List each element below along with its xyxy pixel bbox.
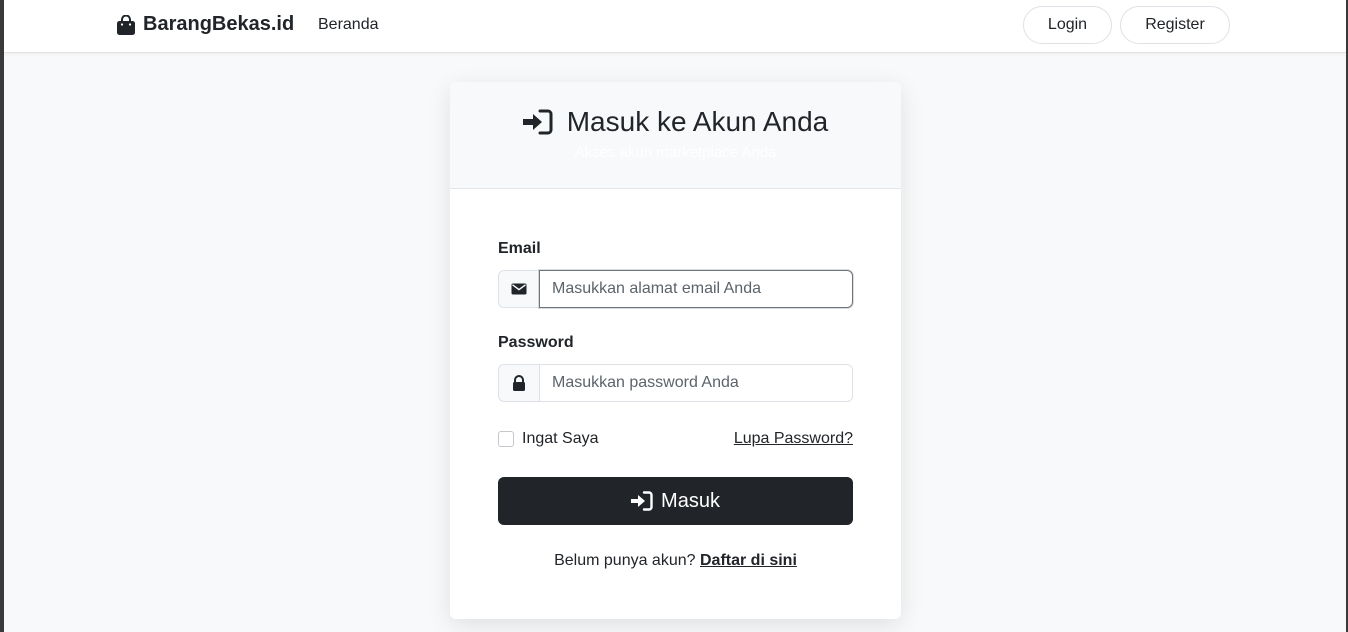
- card-title-text: Masuk ke Akun Anda: [566, 106, 829, 137]
- forgot-password-link[interactable]: Lupa Password?: [734, 430, 853, 448]
- nav-link-beranda[interactable]: Beranda: [318, 16, 379, 34]
- sign-in-icon: [522, 109, 553, 135]
- signup-prompt: Belum punya akun?: [554, 552, 696, 569]
- login-card: Masuk ke Akun Anda Akses akun marketplac…: [450, 82, 901, 619]
- submit-button[interactable]: Masuk: [498, 477, 853, 525]
- submit-label: Masuk: [661, 489, 720, 512]
- lock-icon: [513, 375, 525, 391]
- shopping-bag-icon: [117, 14, 135, 35]
- email-input-group: [498, 270, 853, 308]
- login-button[interactable]: Login: [1023, 6, 1112, 44]
- remember-me-checkbox[interactable]: [498, 431, 514, 447]
- brand-name: BarangBekas.id: [143, 13, 295, 35]
- window-edge-left: [0, 0, 4, 632]
- brand-link[interactable]: BarangBekas.id: [117, 13, 294, 36]
- email-addon: [498, 270, 539, 308]
- card-header: Masuk ke Akun Anda Akses akun marketplac…: [450, 82, 901, 189]
- signup-prompt-row: Belum punya akun? Daftar di sini: [498, 552, 853, 570]
- envelope-icon: [511, 283, 527, 295]
- password-addon: [498, 364, 539, 402]
- email-label: Email: [498, 240, 541, 257]
- register-button[interactable]: Register: [1120, 6, 1230, 44]
- page-title: Masuk ke Akun Anda: [450, 106, 901, 138]
- navbar: BarangBekas.id Beranda Login Register: [4, 0, 1346, 53]
- card-subtitle: Akses akun marketplace Anda: [574, 144, 777, 161]
- remember-me-label: Ingat Saya: [522, 430, 599, 447]
- remember-me[interactable]: Ingat Saya: [498, 430, 599, 448]
- sign-in-icon: [631, 491, 653, 511]
- email-input[interactable]: [539, 270, 853, 308]
- form-options-row: Ingat Saya Lupa Password?: [498, 429, 853, 449]
- signup-link[interactable]: Daftar di sini: [700, 552, 797, 569]
- password-input-group: [498, 364, 853, 402]
- password-input[interactable]: [539, 364, 853, 402]
- login-form: Email Password Ingat Sa: [498, 240, 853, 570]
- password-label: Password: [498, 334, 574, 351]
